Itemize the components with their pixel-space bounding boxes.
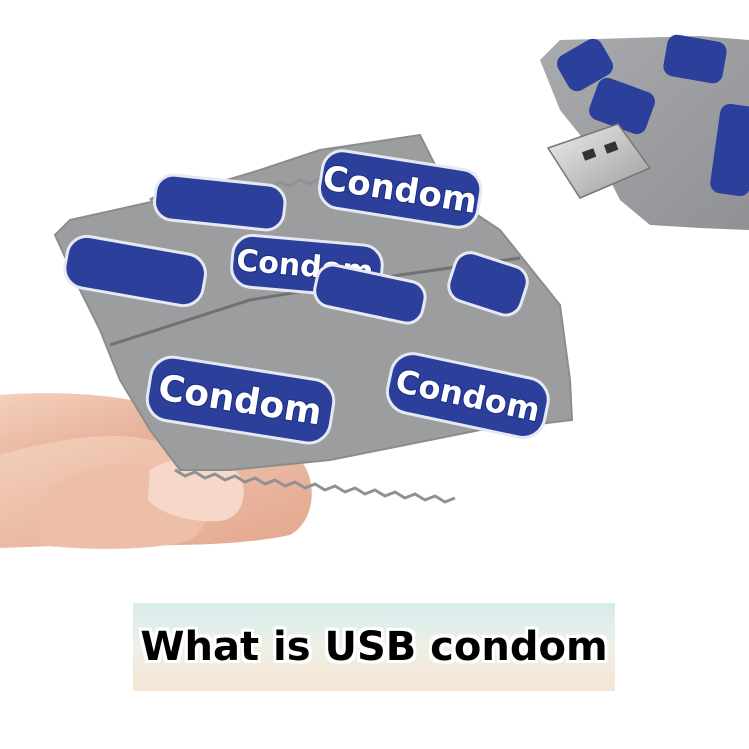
caption-bar: What is USB condom xyxy=(133,603,615,691)
product-photo: Condom Condom Condom Condom xyxy=(0,0,749,600)
caption-text: What is USB condom xyxy=(140,624,608,670)
inset-usb-photo xyxy=(540,34,749,230)
